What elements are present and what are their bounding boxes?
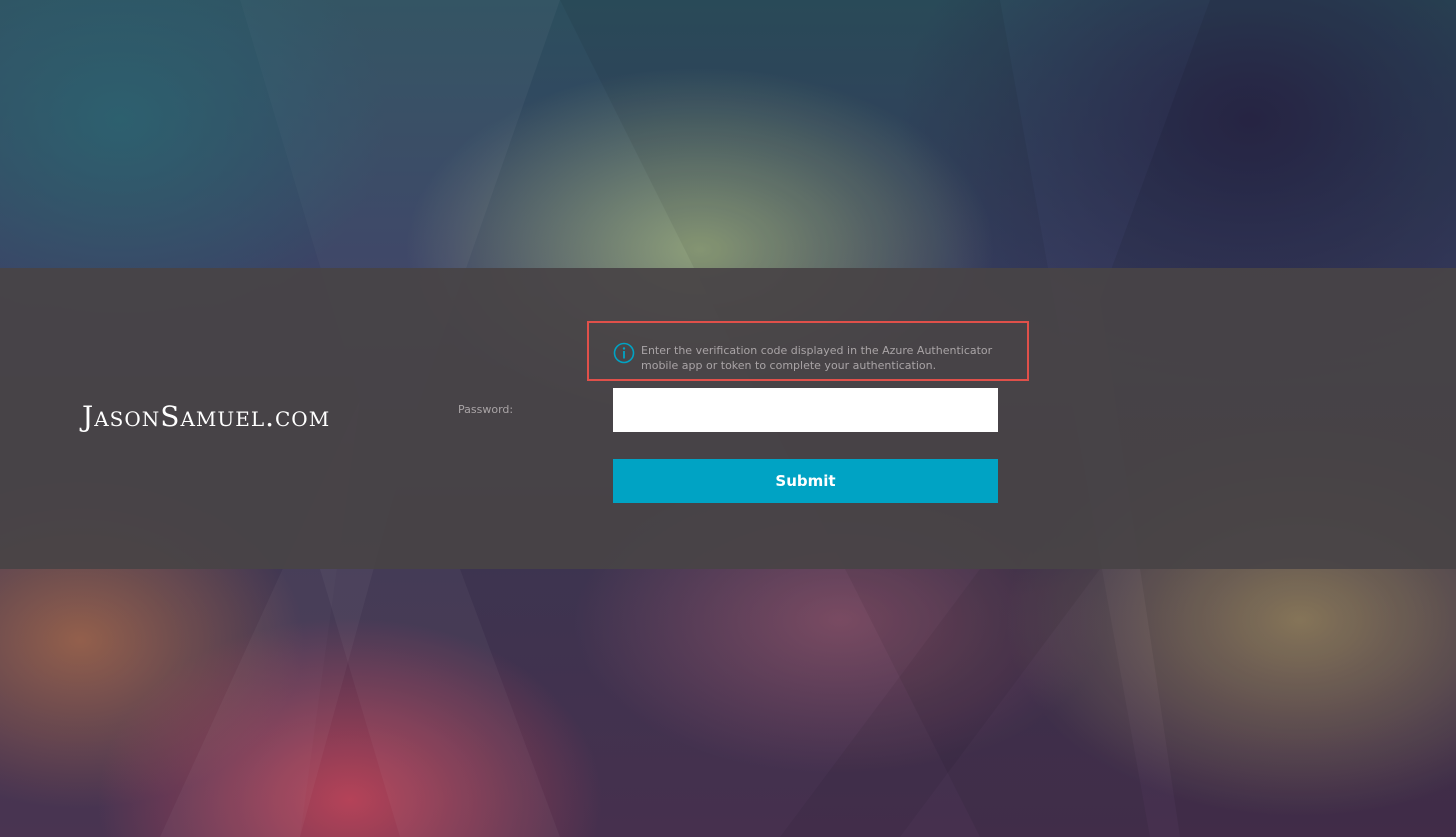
info-icon xyxy=(613,342,635,364)
password-label: Password: xyxy=(458,403,514,416)
verification-notice: Enter the verification code displayed in… xyxy=(587,321,1029,381)
brand-logo: JasonSamuel.com xyxy=(82,400,331,433)
password-input[interactable] xyxy=(613,388,998,432)
notice-text: Enter the verification code displayed in… xyxy=(641,344,993,372)
login-page: JasonSamuel.com Enter the verification c… xyxy=(0,0,1456,837)
submit-button[interactable]: Submit xyxy=(613,459,998,503)
